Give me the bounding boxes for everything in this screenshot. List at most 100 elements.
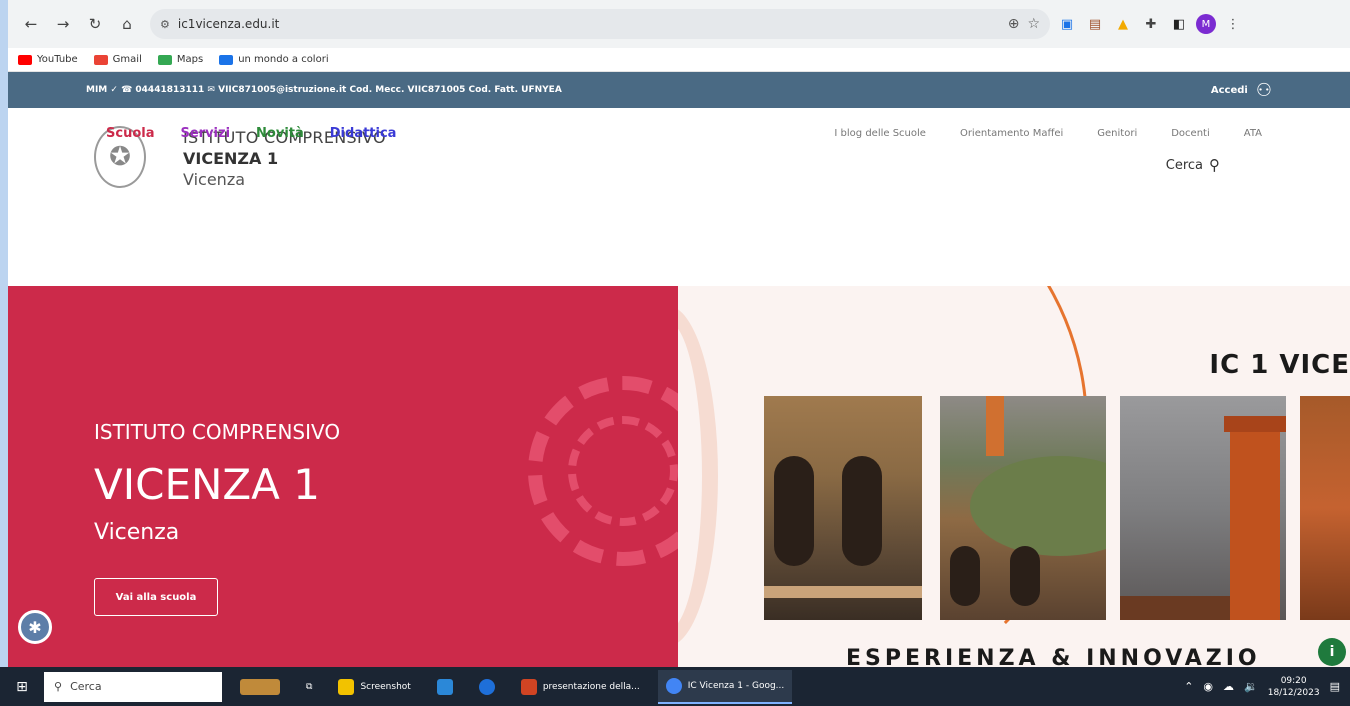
bookmark-star-icon[interactable]: ☆ bbox=[1027, 16, 1040, 32]
clock-time: 09:20 bbox=[1280, 675, 1307, 686]
widgets-image-icon bbox=[240, 678, 280, 695]
extensions-puzzle-icon[interactable]: ✚ bbox=[1140, 13, 1162, 35]
taskbar-app-skype[interactable] bbox=[471, 670, 503, 704]
taskbar-search[interactable]: ⚲ Cerca bbox=[44, 671, 222, 702]
login-label: Accedi bbox=[1210, 84, 1248, 96]
go-to-school-button[interactable]: Vai alla scuola bbox=[94, 578, 218, 616]
hero-right-title: IC 1 VICE bbox=[1209, 350, 1350, 380]
bookmark-gmail[interactable]: Gmail bbox=[93, 54, 142, 65]
photo-basilica-dome bbox=[940, 396, 1150, 620]
forward-arrow-icon[interactable]: → bbox=[50, 11, 76, 37]
secondary-nav: I blog delle Scuole Orientamento Maffei … bbox=[834, 128, 1262, 139]
volume-icon[interactable]: 🔉 bbox=[1244, 680, 1258, 693]
store-icon bbox=[436, 678, 453, 695]
bookmark-site-icon bbox=[219, 54, 234, 65]
profile-avatar[interactable]: M bbox=[1196, 14, 1216, 34]
contact-info: MIM ✓ ☎ 04441813111 ✉ VIIC871005@istruzi… bbox=[86, 85, 562, 95]
photo-basilica-arches bbox=[764, 396, 922, 620]
hero-banner: ISTITUTO COMPRENSIVO VICENZA 1 Vicenza V… bbox=[8, 286, 1350, 667]
photo-tower-detail bbox=[1300, 396, 1350, 620]
school-name-line2: VICENZA 1 bbox=[183, 149, 279, 168]
tray-chevron-icon[interactable]: ⌃ bbox=[1184, 680, 1193, 693]
task-view-icon[interactable]: ⧉ bbox=[298, 670, 320, 704]
folder-icon bbox=[338, 678, 355, 695]
bookmark-label: Gmail bbox=[112, 54, 142, 65]
school-name-line3: Vicenza bbox=[183, 170, 246, 189]
bookmarks-bar: YouTube Gmail Maps un mondo a colori bbox=[8, 48, 1350, 72]
taskbar-app-powerpoint[interactable]: presentazione della... bbox=[513, 670, 648, 704]
taskbar-app-chrome[interactable]: IC Vicenza 1 - Goog... bbox=[657, 669, 793, 704]
app-label: Screenshot bbox=[360, 681, 411, 692]
site-topbar: MIM ✓ ☎ 04441813111 ✉ VIIC871005@istruzi… bbox=[8, 72, 1350, 108]
photo-tower bbox=[1120, 396, 1286, 620]
widgets-icon[interactable] bbox=[232, 670, 288, 704]
system-tray: ⌃ ◉ ☁ 🔉 09:20 18/12/2023 ▤ bbox=[1184, 675, 1340, 699]
bookmark-label: Maps bbox=[176, 54, 204, 65]
bookmark-label: YouTube bbox=[37, 54, 78, 65]
bookmark-label: un mondo a colori bbox=[238, 54, 329, 65]
bookmark-mondo-colori[interactable]: un mondo a colori bbox=[219, 54, 329, 65]
accessibility-icon[interactable]: ✱ bbox=[18, 610, 52, 644]
translate-extension-icon[interactable]: ▣ bbox=[1056, 13, 1078, 35]
reload-icon[interactable]: ↻ bbox=[82, 11, 108, 37]
back-arrow-icon[interactable]: ← bbox=[18, 11, 44, 37]
gmail-icon bbox=[93, 54, 108, 65]
clock[interactable]: 09:20 18/12/2023 bbox=[1268, 675, 1320, 699]
gift-extension-icon[interactable]: ▤ bbox=[1084, 13, 1106, 35]
hero-title: VICENZA 1 bbox=[94, 460, 320, 509]
app-label: IC Vicenza 1 - Goog... bbox=[687, 680, 785, 691]
install-app-icon[interactable]: ⊕ bbox=[1008, 16, 1020, 32]
subnav-genitori[interactable]: Genitori bbox=[1097, 128, 1137, 139]
side-panel-icon[interactable]: ◧ bbox=[1168, 13, 1190, 35]
network-icon[interactable]: ☁ bbox=[1223, 680, 1234, 693]
youtube-icon bbox=[18, 54, 32, 65]
arches-drawing bbox=[764, 456, 922, 598]
notifications-icon[interactable]: ▤ bbox=[1330, 680, 1340, 693]
bookmark-youtube[interactable]: YouTube bbox=[18, 54, 78, 65]
search-label: Cerca bbox=[1165, 157, 1203, 173]
windows-start-icon[interactable]: ⊞ bbox=[10, 675, 34, 699]
subnav-ata[interactable]: ATA bbox=[1244, 128, 1262, 139]
hero-subtitle: Vicenza bbox=[94, 520, 180, 545]
decorative-ring bbox=[568, 416, 678, 526]
nav-servizi[interactable]: Servizi bbox=[180, 126, 230, 141]
thumb-extension-icon[interactable]: ▲ bbox=[1112, 13, 1134, 35]
browser-menu-icon[interactable]: ⋮ bbox=[1222, 13, 1244, 35]
clock-date: 18/12/2023 bbox=[1267, 687, 1320, 698]
nav-novita[interactable]: Novità bbox=[256, 126, 304, 141]
browser-toolbar: ← → ↻ ⌂ ⚙ ic1vicenza.edu.it ⊕ ☆ ▣ ▤ ▲ ✚ … bbox=[8, 0, 1350, 48]
nav-scuola[interactable]: Scuola bbox=[106, 126, 154, 141]
taskbar-app-screenshot[interactable]: Screenshot bbox=[330, 670, 418, 704]
address-bar[interactable]: ⚙ ic1vicenza.edu.it ⊕ ☆ bbox=[150, 9, 1050, 39]
subnav-blog[interactable]: I blog delle Scuole bbox=[834, 128, 926, 139]
tray-app-icon[interactable]: ◉ bbox=[1203, 680, 1213, 693]
browser-window: ← → ↻ ⌂ ⚙ ic1vicenza.edu.it ⊕ ☆ ▣ ▤ ▲ ✚ … bbox=[8, 0, 1350, 667]
tower-drawing bbox=[1120, 416, 1286, 620]
site-search-button[interactable]: Cerca ⚲ bbox=[1166, 156, 1220, 174]
chrome-icon bbox=[665, 677, 682, 694]
url-text[interactable]: ic1vicenza.edu.it bbox=[178, 17, 1000, 31]
subnav-docenti[interactable]: Docenti bbox=[1171, 128, 1210, 139]
windows-taskbar: ⊞ ⚲ Cerca ⧉ Screenshot presentazione del… bbox=[0, 667, 1350, 706]
bookmark-maps[interactable]: Maps bbox=[157, 54, 204, 65]
nav-didattica[interactable]: Didattica bbox=[330, 126, 397, 141]
help-chat-icon[interactable]: i bbox=[1318, 638, 1346, 666]
maps-icon bbox=[157, 54, 172, 65]
dome-drawing bbox=[950, 396, 1150, 606]
app-label: presentazione della... bbox=[542, 681, 640, 692]
user-icon: ⚇ bbox=[1255, 79, 1272, 101]
hero-kicker: ISTITUTO COMPRENSIVO bbox=[94, 420, 341, 444]
search-icon: ⚲ bbox=[1209, 156, 1220, 174]
site-info-icon[interactable]: ⚙ bbox=[160, 18, 170, 31]
hero-left-panel: ISTITUTO COMPRENSIVO VICENZA 1 Vicenza V… bbox=[8, 286, 678, 667]
search-icon: ⚲ bbox=[54, 680, 63, 693]
home-icon[interactable]: ⌂ bbox=[114, 11, 140, 37]
taskbar-app-store[interactable] bbox=[429, 670, 461, 704]
login-button[interactable]: Accedi ⚇ bbox=[1211, 80, 1272, 101]
subnav-orientamento[interactable]: Orientamento Maffei bbox=[960, 128, 1063, 139]
taskbar-search-placeholder: Cerca bbox=[70, 680, 102, 693]
main-nav: Scuola Servizi Novità Didattica bbox=[106, 126, 396, 141]
skype-icon bbox=[478, 678, 495, 695]
powerpoint-icon bbox=[520, 678, 537, 695]
hero-slogan: ESPERIENZA & INNOVAZIO bbox=[846, 646, 1261, 667]
